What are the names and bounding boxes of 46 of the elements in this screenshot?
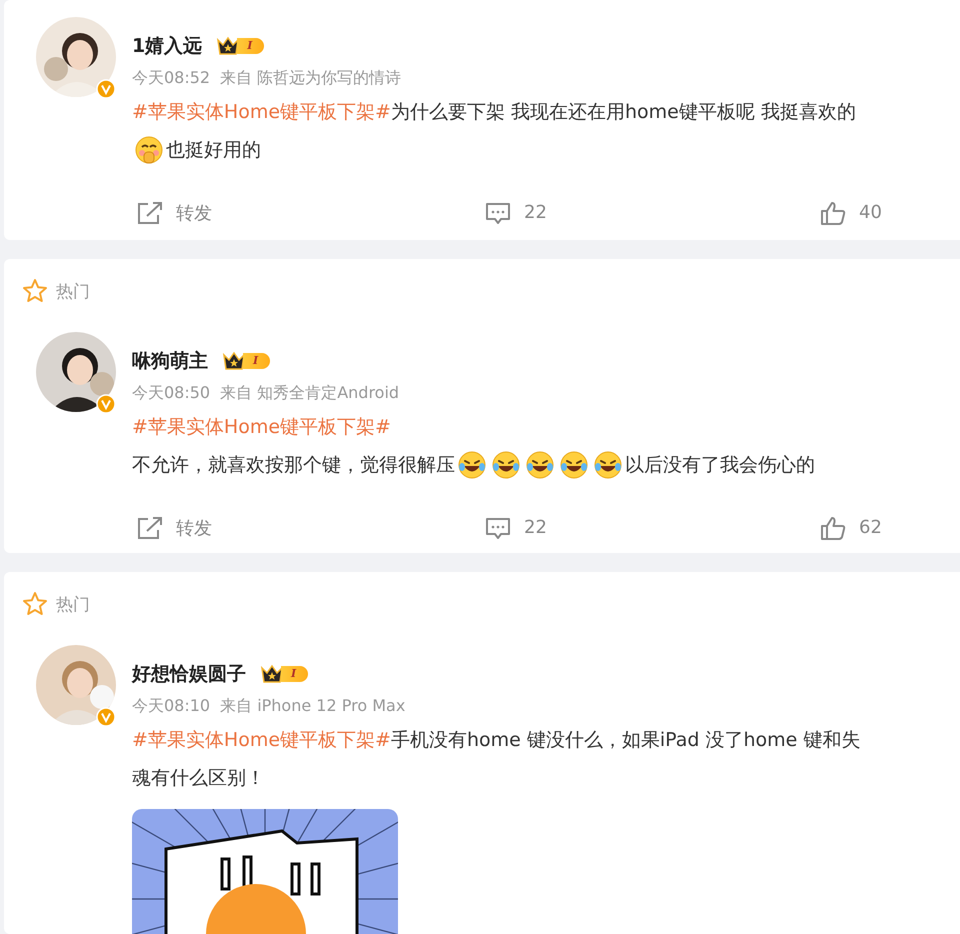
hot-label: 热门 <box>56 594 90 616</box>
laughing-emoji-icon <box>525 450 555 480</box>
laughing-emoji-icon <box>491 450 521 480</box>
hot-label: 热门 <box>56 280 90 303</box>
laughing-emoji-icon <box>559 450 589 480</box>
topic-link[interactable]: #苹果实体Home键平板下架# <box>132 414 391 440</box>
level-badge: I <box>281 666 308 682</box>
post-source: 来自 陈哲远为你写的情诗 <box>220 68 402 88</box>
verified-icon <box>96 707 116 728</box>
laughing-emoji-icon <box>593 450 623 480</box>
repost-label[interactable]: 转发 <box>176 516 212 540</box>
topic-link[interactable]: #苹果实体Home键平板下架# <box>132 99 391 125</box>
crown-icon <box>260 664 284 684</box>
post-text: 不允许，就喜欢按那个键，觉得很解压 <box>132 453 455 478</box>
share-icon[interactable] <box>136 200 164 226</box>
verified-icon <box>96 394 116 414</box>
post-time: 今天08:10 <box>132 696 210 717</box>
post-text: 也挺好用的 <box>166 138 261 163</box>
comment-count[interactable]: 22 <box>524 202 547 223</box>
post-time: 今天08:52 <box>132 68 210 88</box>
thumbs-up-icon[interactable] <box>819 514 847 541</box>
level-badge: I <box>237 38 264 54</box>
like-count[interactable]: 62 <box>859 517 882 538</box>
post-source: 来自 iPhone 12 Pro Max <box>220 696 406 717</box>
post-time: 今天08:50 <box>132 382 210 404</box>
repost-label[interactable]: 转发 <box>176 200 212 224</box>
shy-emoji-icon <box>134 135 164 165</box>
laughing-emoji-icon <box>457 450 487 480</box>
post-text: 魂有什么区别！ <box>132 766 265 792</box>
star-icon <box>22 591 48 618</box>
post-text: 为什么要下架 我现在还在用home键平板呢 我挺喜欢的 <box>390 100 856 125</box>
thumbs-up-icon[interactable] <box>819 200 847 226</box>
crown-icon <box>222 351 246 372</box>
share-icon[interactable] <box>136 514 164 541</box>
level-badge: I <box>243 353 270 370</box>
star-icon <box>22 278 48 304</box>
user-name[interactable]: 1婧入远 <box>132 33 202 59</box>
post-text: 手机没有home 键没什么，如果iPad 没了home 键和失 <box>390 728 860 754</box>
verified-icon <box>96 79 116 99</box>
user-name[interactable]: 咻狗萌主 <box>132 348 208 374</box>
post-source: 来自 知秀全肯定Android <box>220 382 400 404</box>
topic-link[interactable]: #苹果实体Home键平板下架# <box>132 727 391 754</box>
post-text: 以后没有了我会伤心的 <box>625 453 815 478</box>
comment-count[interactable]: 22 <box>524 517 547 538</box>
like-count[interactable]: 40 <box>859 202 882 223</box>
user-name[interactable]: 好想恰娱圆子 <box>132 661 246 688</box>
